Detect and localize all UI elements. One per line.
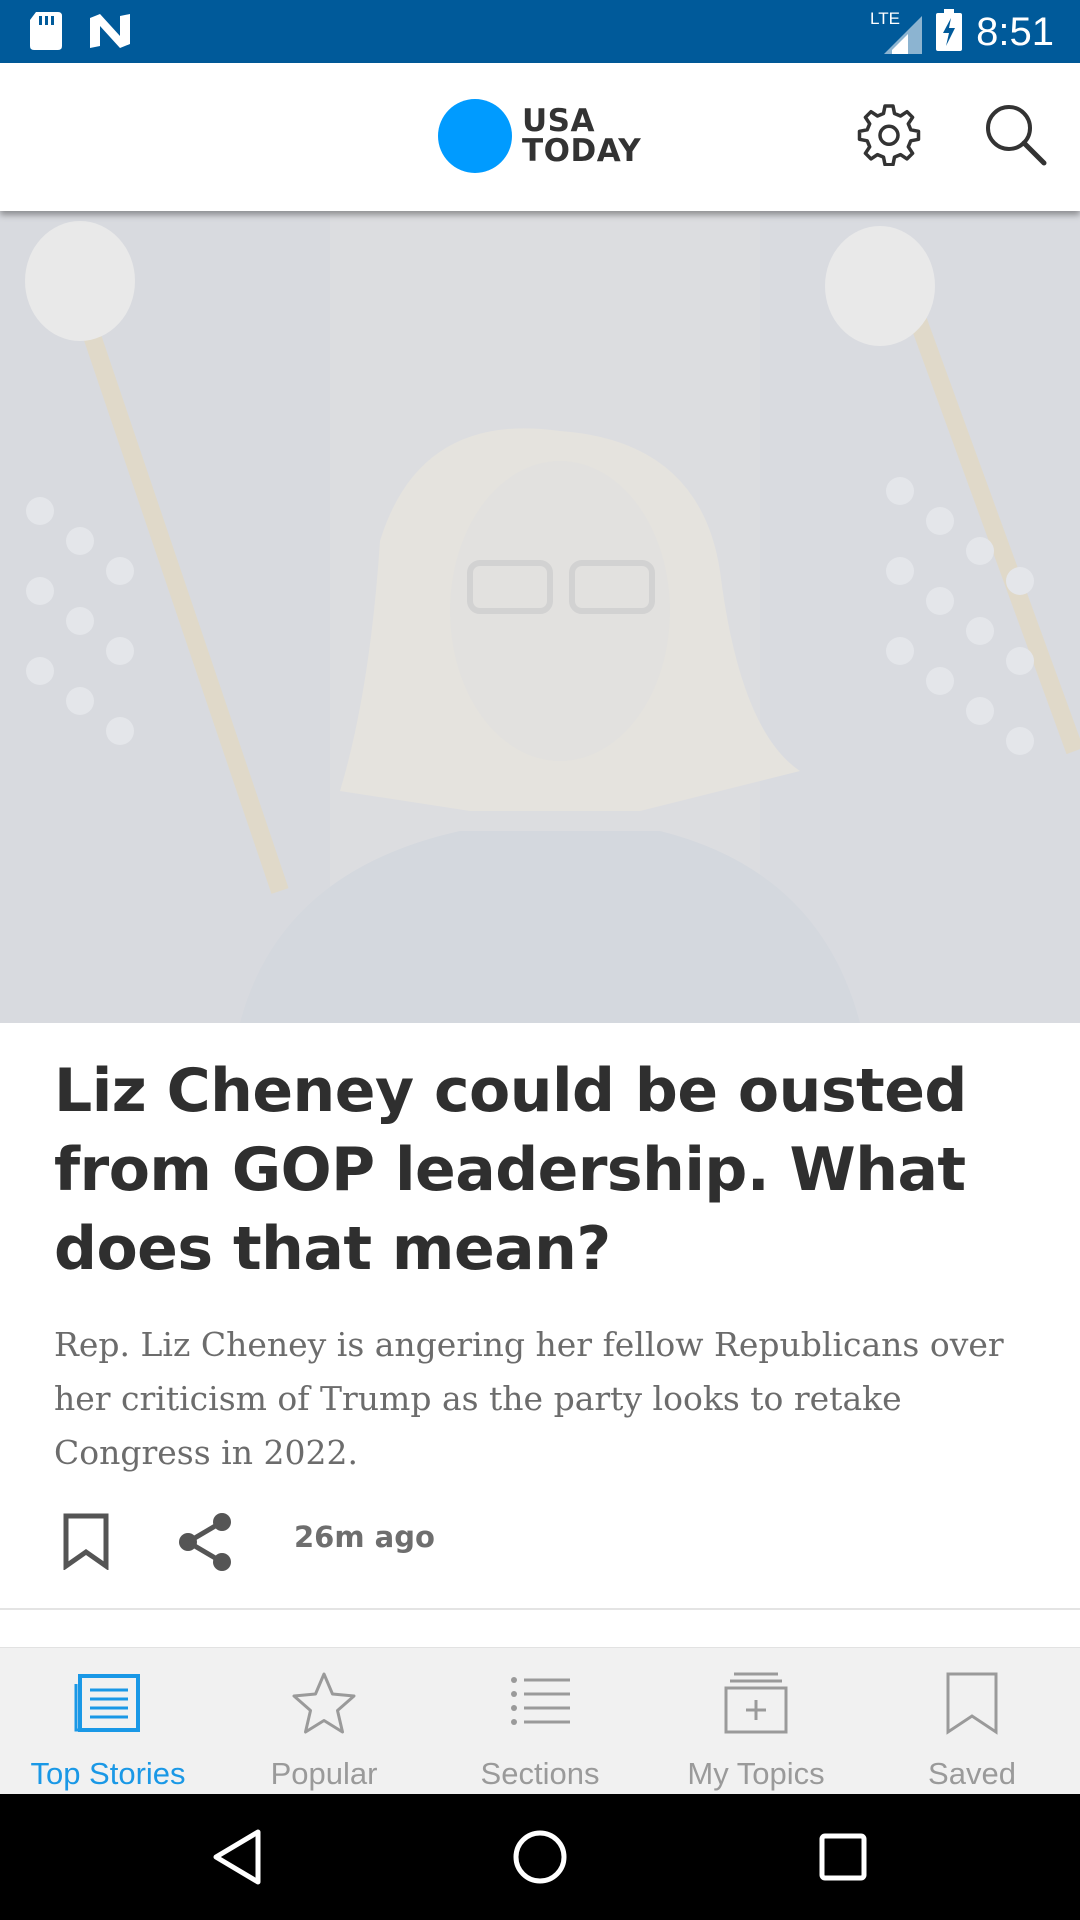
search-icon [983,102,1047,171]
bookmark-button[interactable] [60,1512,112,1571]
logo-line1: USA [522,103,595,139]
hero-image[interactable] [0,211,1080,1023]
tab-popular-label: Popular [270,1756,378,1791]
tab-top-stories[interactable]: Top Stories [0,1648,216,1795]
home-button[interactable] [507,1824,573,1890]
back-triangle-icon [204,1829,270,1894]
logo-line2: TODAY [522,133,642,169]
tab-my-topics-label: My Topics [687,1756,825,1791]
gear-icon [857,102,921,171]
usa-today-logo[interactable]: USA TODAY [438,99,641,173]
n-notification-icon [90,14,130,53]
article-actions: 26m ago [54,1508,654,1572]
share-icon [176,1513,236,1576]
logo-circle [438,99,512,173]
news-page-icon [72,1670,144,1736]
bottom-tab-bar: Top Stories Popular Sections My Topics S… [0,1647,1080,1794]
tab-sections[interactable]: Sections [432,1648,648,1795]
status-time: 8:51 [976,10,1054,54]
search-button[interactable] [980,101,1050,171]
back-button[interactable] [204,1824,270,1890]
star-icon [288,1670,360,1736]
status-bar: LTE 8:51 [0,0,1080,63]
bookmark-icon [936,1670,1008,1736]
tab-sections-label: Sections [480,1756,600,1791]
system-nav-bar [0,1794,1080,1920]
tab-top-stories-label: Top Stories [30,1756,186,1791]
network-label: LTE [870,9,900,28]
add-folder-icon [720,1670,792,1736]
tab-saved[interactable]: Saved [864,1648,1080,1795]
lte-signal-icon: LTE [870,6,923,59]
article-headline[interactable]: Liz Cheney could be ousted from GOP lead… [54,1052,1014,1289]
list-icon [504,1670,576,1736]
article-timestamp: 26m ago [294,1520,435,1554]
tab-saved-label: Saved [928,1756,1016,1791]
tab-my-topics[interactable]: My Topics [648,1648,864,1795]
logo-text: USA TODAY [522,103,642,169]
share-button[interactable] [176,1512,236,1572]
bookmark-icon [60,1513,112,1574]
recents-button[interactable] [810,1824,876,1890]
divider [0,1608,1080,1610]
settings-button[interactable] [854,101,924,171]
article-summary[interactable]: Rep. Liz Cheney is angering her fellow R… [54,1318,1014,1480]
tab-popular[interactable]: Popular [216,1648,432,1795]
app-header: USA TODAY [0,63,1080,211]
recents-square-icon [810,1833,876,1894]
home-circle-icon [507,1830,573,1894]
sd-card-icon [30,12,62,55]
battery-charging-icon [936,9,963,56]
